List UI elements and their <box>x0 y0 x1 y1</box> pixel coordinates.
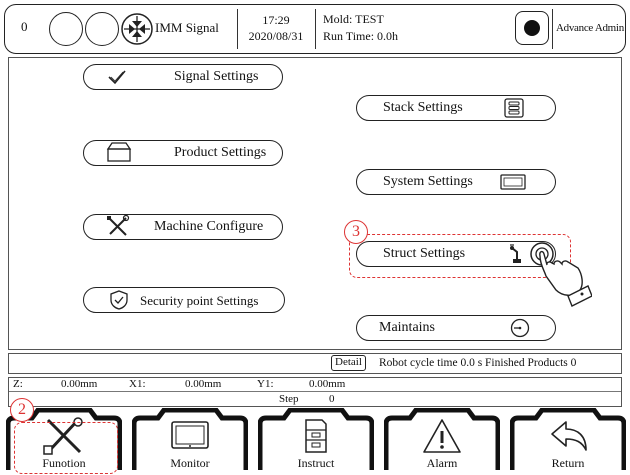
clock-date: 2020/08/31 <box>248 29 304 43</box>
monitor-icon <box>171 421 209 449</box>
tab-instruct[interactable]: Instruct <box>258 408 374 472</box>
x1-label: X1: <box>129 378 146 390</box>
security-point-settings-button[interactable]: Security point Settings <box>83 287 285 313</box>
status-lamp-1 <box>49 12 83 46</box>
callout-2: 2 <box>10 398 34 422</box>
stack-layers-icon <box>504 98 524 118</box>
tab-alarm-label: Alarm <box>426 456 458 470</box>
tab-return[interactable]: Return <box>510 408 626 472</box>
run-time: Run Time: 0.0h <box>323 29 399 43</box>
product-settings-button[interactable]: Product Settings <box>83 140 283 166</box>
tab-instruct-label: Instruct <box>297 456 335 470</box>
bottom-tab-bar: Funotion 2 Monitor Instruct Alarm Return <box>0 398 630 475</box>
x1-value: 0.00mm <box>185 378 222 390</box>
detail-button[interactable]: Detail <box>331 355 366 371</box>
step-value: 0 <box>329 393 335 405</box>
checkmark-icon <box>108 70 126 85</box>
callout-3: 3 <box>344 220 368 244</box>
product-counter: 0 <box>21 19 28 34</box>
product-box-icon <box>106 142 132 162</box>
tab-return-label: Return <box>551 456 585 470</box>
axis-coordinates: Z: 0.00mm X1: 0.00mm Y1: 0.00mm Step 0 <box>8 377 622 407</box>
cycle-info: Robot cycle time 0.0 s Finished Products… <box>379 357 577 369</box>
tap-hand-icon <box>530 242 592 307</box>
imm-signal-label: IMM Signal <box>155 20 219 35</box>
header-bar: 0 IMM Signal 17:29 2020/08/31 Mold: TEST… <box>4 4 626 54</box>
clock-time: 17:29 <box>262 13 290 27</box>
function-tab-highlight <box>14 422 118 474</box>
shield-check-icon <box>110 290 128 310</box>
return-arrow-icon <box>551 421 587 451</box>
z-value: 0.00mm <box>61 378 98 390</box>
mold-name: Mold: TEST <box>323 12 384 26</box>
step-label: Step <box>279 393 299 405</box>
wrench-screwdriver-icon <box>107 215 130 236</box>
machine-configure-button[interactable]: Machine Configure <box>83 214 283 240</box>
stack-settings-button[interactable]: Stack Settings <box>356 95 556 121</box>
warning-icon <box>423 419 461 453</box>
tab-monitor[interactable]: Monitor <box>132 408 248 472</box>
tab-monitor-label: Monitor <box>170 456 210 470</box>
y1-value: 0.00mm <box>309 378 346 390</box>
display-icon <box>500 174 526 190</box>
signal-settings-button[interactable]: Signal Settings <box>83 64 283 90</box>
system-settings-button[interactable]: System Settings <box>356 169 556 195</box>
cabinet-icon <box>305 419 327 453</box>
gauge-icon <box>510 318 530 338</box>
y1-label: Y1: <box>257 378 274 390</box>
status-line: Detail Robot cycle time 0.0 s Finished P… <box>8 353 622 374</box>
maintains-button[interactable]: Maintains <box>356 315 556 341</box>
record-button[interactable] <box>515 11 549 45</box>
status-lamp-2 <box>85 12 119 46</box>
imm-signal-icon <box>121 13 153 45</box>
z-label: Z: <box>13 378 23 390</box>
user-level[interactable]: Advance Admin <box>556 22 624 34</box>
function-menu-panel: Signal Settings Product Settings Machine… <box>8 57 622 350</box>
tab-alarm[interactable]: Alarm <box>384 408 500 472</box>
